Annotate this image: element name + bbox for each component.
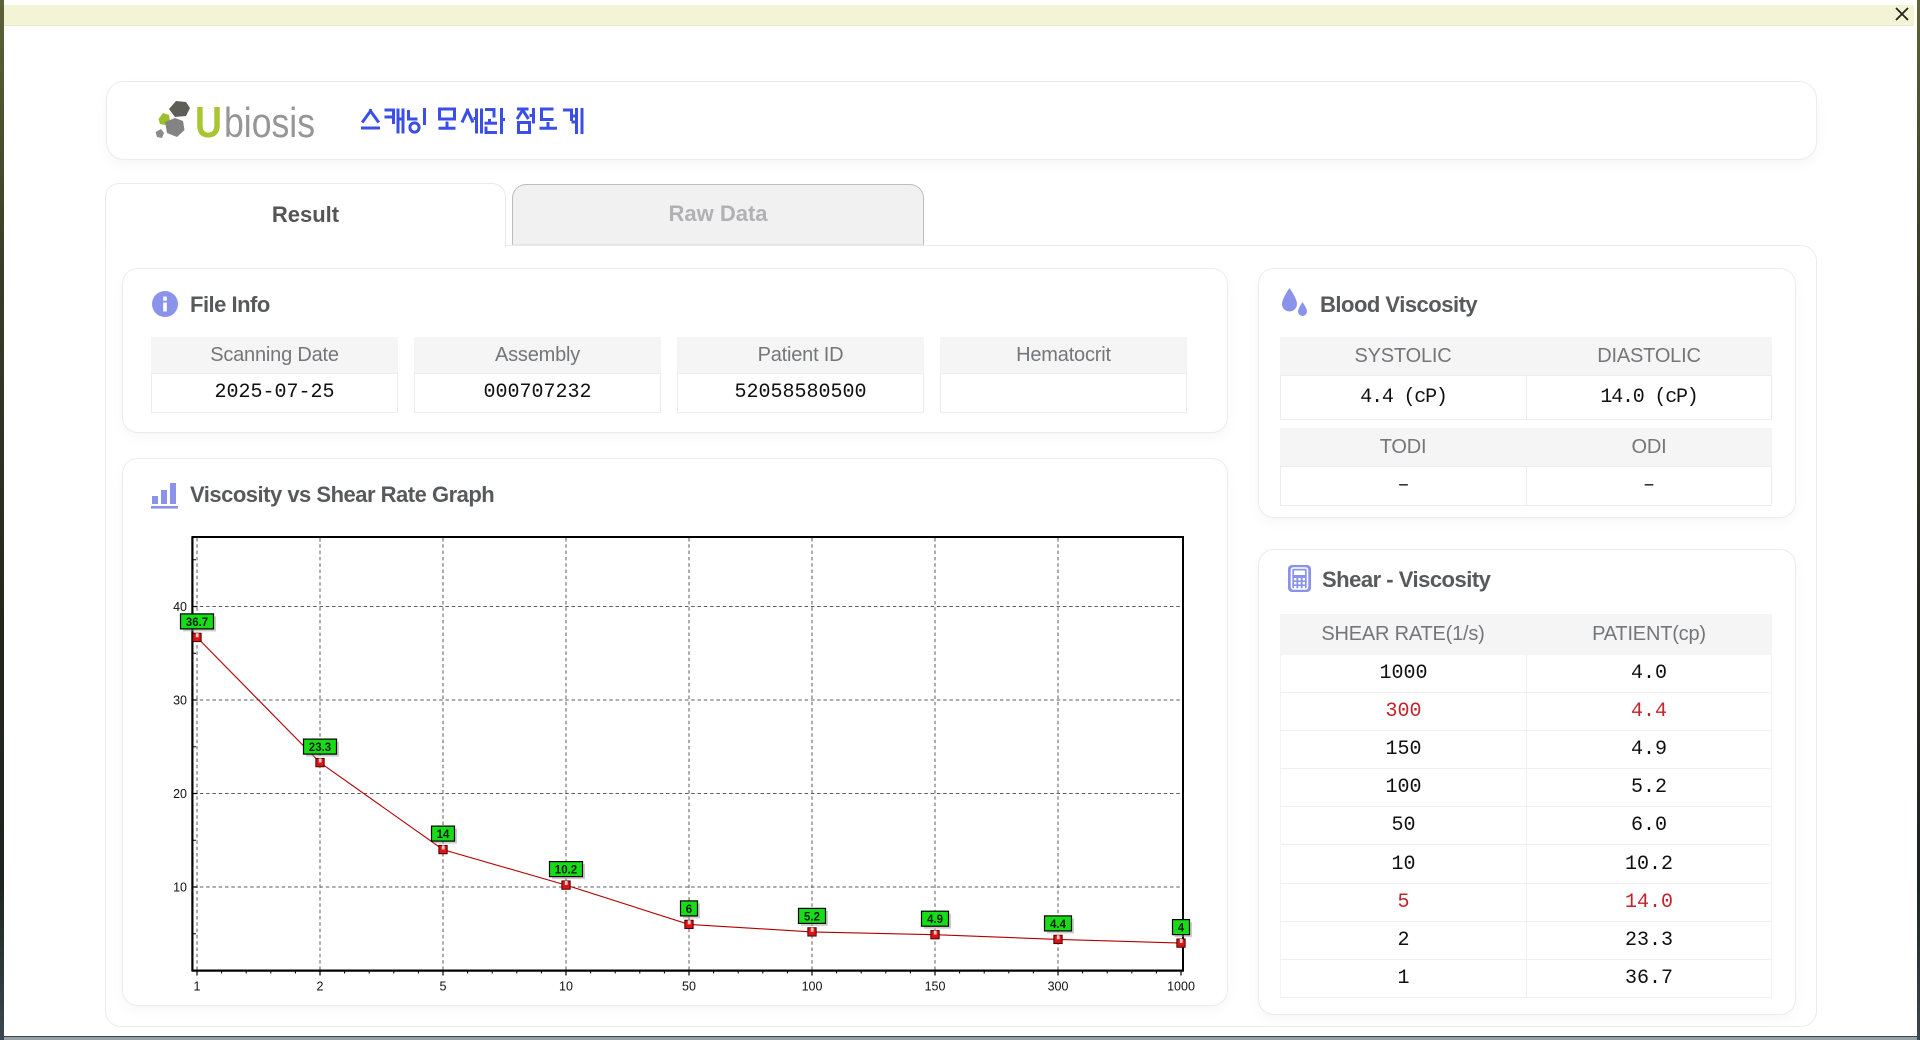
svg-text:U: U [195,98,222,144]
svg-text:10.2: 10.2 [555,865,577,877]
svg-text:23.3: 23.3 [309,742,331,754]
svg-text:150: 150 [925,980,946,994]
svg-text:30: 30 [173,694,187,708]
svg-text:1: 1 [194,980,201,994]
svg-text:biosis: biosis [224,99,315,144]
svg-text:100: 100 [802,980,823,994]
svg-text:14: 14 [437,829,450,841]
svg-text:300: 300 [1048,980,1069,994]
svg-text:4.9: 4.9 [927,914,943,926]
svg-text:2: 2 [317,980,324,994]
svg-text:36.7: 36.7 [186,617,208,629]
svg-text:6: 6 [686,904,692,916]
svg-text:20: 20 [173,787,187,801]
svg-text:50: 50 [682,980,696,994]
svg-text:5.2: 5.2 [804,911,820,923]
svg-text:10: 10 [173,881,187,895]
svg-text:4.4: 4.4 [1050,919,1067,931]
svg-text:5: 5 [440,980,447,994]
svg-text:40: 40 [173,600,187,614]
svg-text:1000: 1000 [1167,980,1195,994]
svg-text:10: 10 [559,980,573,994]
svg-text:4: 4 [1178,923,1185,935]
